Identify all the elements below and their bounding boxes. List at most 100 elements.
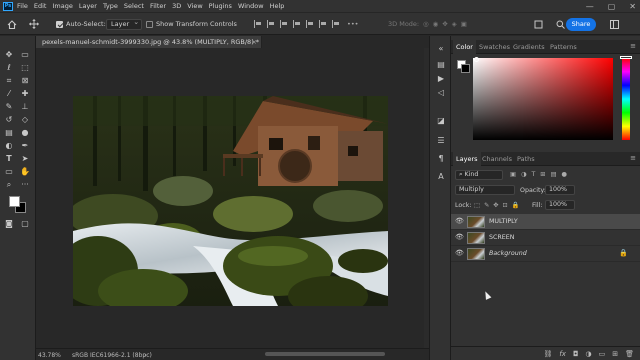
align-left-icon[interactable] — [254, 20, 262, 28]
visibility-eye-icon[interactable]: 👁 — [455, 217, 464, 225]
new-layer-icon[interactable]: ⊞ — [612, 350, 618, 358]
close-tab-icon[interactable]: × — [252, 36, 257, 48]
menu-select[interactable]: Select — [124, 2, 144, 10]
character-panel-icon[interactable]: A — [436, 172, 446, 182]
history-brush-icon[interactable]: ↺ — [4, 115, 14, 125]
layer-row-background[interactable]: 👁 Background 🔒 — [451, 246, 640, 262]
move-tool-icon[interactable]: ✥ — [4, 50, 14, 60]
align-right-icon[interactable] — [280, 20, 288, 28]
link-icon[interactable]: ⛓ — [543, 350, 552, 358]
menu-view[interactable]: View — [187, 2, 202, 10]
eraser-icon[interactable]: ◇ — [20, 115, 30, 125]
auto-select-dropdown[interactable]: Layer — [106, 18, 143, 30]
3d-slide-icon[interactable]: ◈ — [452, 20, 461, 28]
marquee-icon[interactable]: ⬚ — [20, 63, 30, 73]
history-panel-icon[interactable]: ▤ — [436, 60, 446, 70]
actions-panel-icon[interactable]: ▶ — [436, 74, 446, 84]
pen-icon[interactable]: ✒ — [20, 141, 30, 151]
align-bottom-icon[interactable] — [319, 20, 327, 28]
zoom-icon[interactable]: ⌕ — [4, 180, 14, 190]
color-picker-marker[interactable] — [474, 57, 479, 62]
fill-input[interactable]: 100% — [545, 200, 575, 210]
layer-row-screen[interactable]: 👁 SCREEN — [451, 230, 640, 246]
menu-plugins[interactable]: Plugins — [209, 2, 232, 10]
tab-swatches[interactable]: Swatches — [476, 40, 513, 54]
libraries-panel-icon[interactable]: ☰ — [436, 136, 446, 146]
tab-layers[interactable]: Layers — [453, 152, 481, 166]
align-center-icon[interactable] — [267, 20, 275, 28]
eyedropper-icon[interactable]: ⁄ — [4, 89, 14, 99]
layer-name[interactable]: MULTIPLY — [489, 218, 518, 225]
hue-slider-handle[interactable] — [620, 56, 632, 59]
hand-icon[interactable]: ✋ — [20, 167, 30, 177]
panel-background-swatch[interactable] — [461, 64, 470, 73]
folder-icon[interactable]: ▭ — [599, 350, 606, 358]
rectangle-icon[interactable]: ▭ — [4, 167, 14, 177]
workspace-icon[interactable] — [610, 18, 619, 30]
document-tab[interactable]: pexels-manuel-schmidt-3999330.jpg @ 43.8… — [36, 36, 262, 48]
tab-gradients[interactable]: Gradients — [510, 40, 548, 54]
align-top-icon[interactable] — [293, 20, 301, 28]
properties-panel-icon[interactable]: ◁ — [436, 88, 446, 98]
visibility-eye-icon[interactable]: 👁 — [455, 233, 464, 241]
3d-roll-icon[interactable]: ◉ — [433, 20, 443, 28]
frame-icon[interactable] — [534, 18, 543, 30]
auto-select-value[interactable]: Layer — [106, 18, 143, 30]
3d-orbit-icon[interactable]: ◎ — [423, 20, 433, 28]
zoom-level[interactable]: 43.78% — [38, 352, 61, 359]
gradient-icon[interactable]: ▤ — [4, 128, 14, 138]
layer-row-multiply[interactable]: 👁 MULTIPLY — [451, 214, 640, 230]
auto-select-check-icon[interactable] — [56, 20, 63, 28]
document-image[interactable] — [73, 96, 388, 306]
crop-icon[interactable]: ⌗ — [4, 76, 14, 86]
color-picker-field[interactable] — [473, 58, 613, 140]
menu-window[interactable]: Window — [238, 2, 264, 10]
spot-heal-icon[interactable]: ✚ — [20, 89, 30, 99]
adjustments-panel-icon[interactable]: ◪ — [436, 116, 446, 126]
layer-name[interactable]: SCREEN — [489, 234, 514, 241]
collapse-panels-icon[interactable]: « — [436, 44, 446, 54]
fx-icon[interactable]: fx — [559, 350, 566, 358]
menu-type[interactable]: Type — [103, 2, 118, 10]
layer-filter-icons[interactable]: ▣◑T⊞▤● — [510, 171, 572, 178]
show-transform-check-icon[interactable] — [146, 20, 153, 28]
3d-scale-icon[interactable]: ▣ — [461, 20, 471, 28]
blur-icon[interactable]: ● — [20, 128, 30, 138]
minimize-icon[interactable]: — — [586, 2, 594, 11]
home-icon[interactable] — [7, 18, 17, 30]
auto-select-checkbox[interactable]: Auto-Select: — [56, 18, 106, 30]
layer-name[interactable]: Background — [489, 250, 527, 257]
adjustment-icon[interactable]: ◑ — [586, 350, 592, 358]
menu-edit[interactable]: Edit — [34, 2, 47, 10]
tab-color[interactable]: Color — [453, 40, 476, 54]
foreground-color-swatch[interactable] — [9, 196, 20, 207]
tab-patterns[interactable]: Patterns — [547, 40, 580, 54]
mask-icon[interactable]: ◘ — [573, 350, 579, 358]
menu-help[interactable]: Help — [270, 2, 285, 10]
more-options-icon[interactable]: ••• — [347, 20, 359, 28]
distribute-icon[interactable] — [332, 20, 340, 28]
color-panel-menu-icon[interactable]: ≡ — [630, 42, 636, 50]
menu-3d[interactable]: 3D — [172, 2, 181, 10]
menu-image[interactable]: Image — [52, 2, 72, 10]
lasso-icon[interactable]: ℓ — [4, 63, 14, 73]
move-tool-icon[interactable] — [29, 18, 39, 30]
3d-pan-icon[interactable]: ✥ — [442, 20, 451, 28]
status-arrow-icon[interactable]: › — [144, 351, 147, 359]
layers-panel-menu-icon[interactable]: ≡ — [630, 154, 636, 162]
layer-filter-kind[interactable]: ⌕ Kind — [455, 170, 503, 180]
type-tool-icon[interactable]: T — [4, 154, 14, 164]
visibility-eye-icon[interactable]: 👁 — [455, 249, 464, 257]
close-window-icon[interactable]: ✕ — [629, 2, 636, 11]
maximize-icon[interactable]: ▢ — [608, 2, 616, 11]
hue-slider[interactable] — [622, 58, 630, 140]
trash-icon[interactable]: 🗑 — [625, 350, 634, 358]
menu-filter[interactable]: Filter — [150, 2, 166, 10]
menu-layer[interactable]: Layer — [79, 2, 97, 10]
tab-paths[interactable]: Paths — [514, 152, 538, 166]
screen-mode-icon[interactable]: ▢ — [20, 219, 30, 229]
quick-mask-icon[interactable]: ◙ — [4, 219, 14, 229]
opacity-input[interactable]: 100% — [545, 185, 575, 195]
brush-icon[interactable]: ✎ — [4, 102, 14, 112]
search-icon[interactable] — [556, 18, 565, 30]
